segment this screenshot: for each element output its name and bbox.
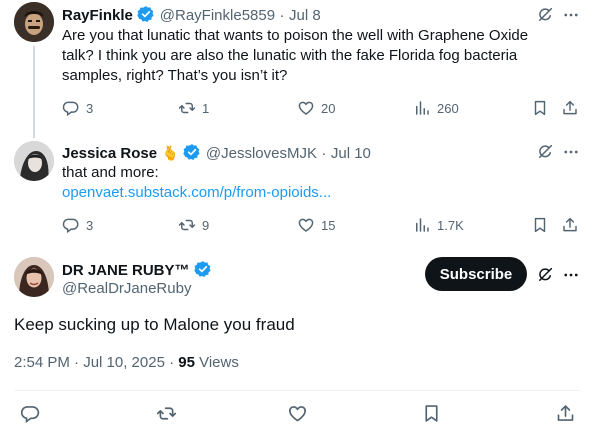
name-emoji: 🫰 [161,145,179,161]
share-button[interactable] [561,216,579,234]
avatar-image [14,141,54,181]
more-icon[interactable] [562,143,580,166]
thread-line [33,46,35,138]
subscribe-button[interactable]: Subscribe [425,257,527,291]
bookmark-icon [531,216,549,234]
divider [14,390,580,391]
like-button[interactable] [287,403,308,424]
views-count: 95 [178,354,195,371]
share-icon [561,216,579,234]
views-button[interactable]: 260 [413,99,459,117]
separator: · [279,7,285,24]
main-tweet-text: Keep sucking up to Malone you fraud [14,315,295,334]
retweet-button[interactable]: 9 [178,216,209,234]
grok-icon[interactable] [536,143,554,166]
handle[interactable]: @RealDrJaneRuby [62,280,191,297]
tweet-header: RayFinkle @RayFinkle5859 · Jul 8 [62,5,321,25]
reply-icon [62,216,80,234]
share-icon [555,403,576,424]
tweet-date[interactable]: Jul 10 [331,145,371,162]
like-button[interactable]: 15 [297,216,335,234]
reply-button[interactable] [20,403,41,424]
retweet-button[interactable]: 1 [178,99,209,117]
reply-icon [20,403,41,424]
views-label: Views [194,354,239,371]
retweet-count: 1 [202,100,210,116]
tweet-text: Are you that lunatic that wants to poiso… [62,26,582,86]
display-name[interactable]: DR JANE RUBY™ [62,262,190,279]
views-icon [413,99,431,117]
view-count: 260 [437,100,459,116]
reply-count: 3 [86,100,94,116]
reply-count: 3 [86,217,94,233]
handle[interactable]: @RayFinkle5859 [160,7,275,24]
avatar-rayfinkle[interactable] [14,2,54,42]
main-tweet-header: DR JANE RUBY™ [62,260,212,280]
verified-icon [194,260,212,278]
share-button[interactable] [561,99,579,117]
tweet-text-line: talk? I think you are also the lunatic w… [62,47,518,64]
retweet-icon [178,216,196,234]
like-button[interactable]: 20 [297,99,335,117]
grok-icon[interactable] [536,266,554,289]
retweet-button[interactable] [156,403,177,424]
tweet-header: Jessica Rose 🫰 @JesslovesMJK · Jul 10 [62,143,371,163]
tweet-timestamp: 2:54 PM · Jul 10, 2025 · 95 Views [14,354,239,371]
separator: · [321,145,327,162]
tweet-text-line: Are you that lunatic that wants to poiso… [62,27,529,44]
tweet-text-line: samples, right? That’s you isn’t it? [62,67,288,84]
bookmark-button[interactable] [421,403,442,424]
share-button[interactable] [555,403,576,424]
tweet-date[interactable]: Jul 8 [289,7,321,24]
like-icon [297,99,315,117]
tweet-text: that and more: [62,164,159,181]
retweet-count: 9 [202,217,210,233]
like-count: 15 [321,217,336,233]
retweet-icon [156,403,177,424]
view-count: 1.7K [437,217,464,233]
avatar-jessicarose[interactable] [14,141,54,181]
handle[interactable]: @JesslovesMJK [206,145,317,162]
retweet-icon [178,99,196,117]
views-icon [413,216,431,234]
like-icon [287,403,308,424]
reply-icon [62,99,80,117]
verified-icon [183,143,201,161]
bookmark-icon [421,403,442,424]
like-count: 20 [321,100,336,116]
timestamp-text[interactable]: 2:54 PM · Jul 10, 2025 · [14,354,178,371]
bookmark-button[interactable] [531,99,549,117]
verified-icon [137,5,155,23]
reply-button[interactable]: 3 [62,99,93,117]
avatar-janeruby[interactable] [14,257,54,297]
bookmark-button[interactable] [531,216,549,234]
avatar-image [14,2,54,42]
share-icon [561,99,579,117]
bookmark-icon [531,99,549,117]
tweet-link[interactable]: openvaet.substack.com/p/from-opioids... [62,183,331,203]
avatar-image [14,257,54,297]
views-button[interactable]: 1.7K [413,216,464,234]
display-name[interactable]: Jessica Rose [62,145,157,162]
more-icon[interactable] [562,266,580,289]
display-name[interactable]: RayFinkle [62,7,133,24]
reply-button[interactable]: 3 [62,216,93,234]
like-icon [297,216,315,234]
